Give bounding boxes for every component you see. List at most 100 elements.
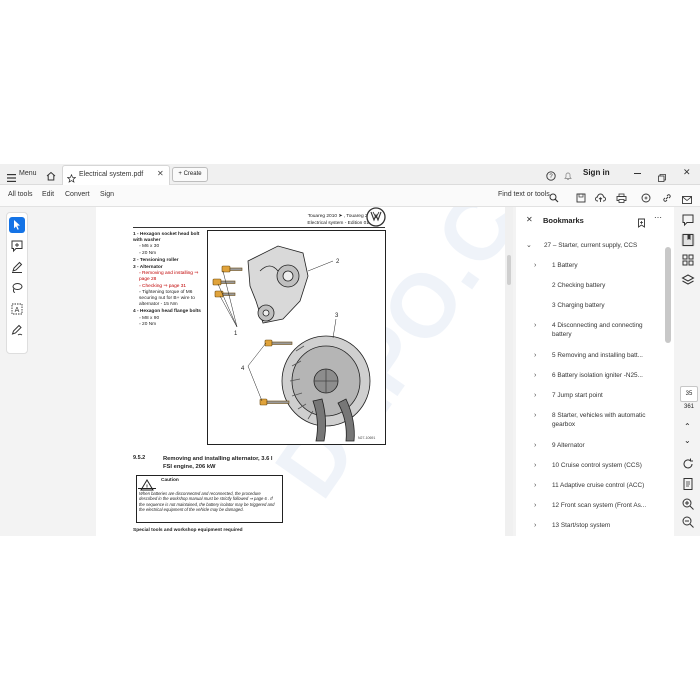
legend-title-1: 1 - Hexagon socket head bolt with washer — [133, 232, 200, 244]
chevron-right-icon[interactable]: › — [534, 441, 536, 450]
panel-title: Bookmarks — [543, 216, 584, 225]
chevron-right-icon[interactable]: › — [534, 391, 536, 400]
document-scroll-thumb[interactable] — [507, 255, 511, 285]
chevron-down-icon[interactable]: ⌄ — [684, 436, 691, 445]
fill-sign-icon[interactable] — [9, 322, 25, 338]
find-text-button[interactable]: Find text or tools — [498, 191, 550, 198]
save-icon[interactable] — [576, 190, 586, 208]
title-bar: Menu Electrical system.pdf ✕ + Create ? … — [0, 164, 700, 185]
document-tab[interactable]: Electrical system.pdf ✕ — [62, 165, 170, 185]
alternator-figure: 1 2 4 3 N27-10691 — [207, 230, 386, 445]
more-options-icon[interactable]: ⋯ — [654, 213, 662, 222]
zoom-in-icon[interactable] — [681, 497, 695, 511]
bookmark-label[interactable]: 9 Alternator — [552, 441, 656, 450]
bell-icon[interactable] — [563, 168, 573, 186]
text-box-icon[interactable]: A — [9, 301, 25, 317]
ai-assistant-icon[interactable] — [641, 190, 652, 208]
alternator-drawing — [281, 335, 371, 442]
bookmark-label[interactable]: 27 – Starter, current supply, CCS — [544, 241, 660, 250]
chevron-right-icon[interactable]: › — [534, 351, 536, 360]
figure-label-3: 3 — [335, 313, 339, 319]
chevron-right-icon[interactable]: › — [534, 501, 536, 510]
convert-menu[interactable]: Convert — [65, 191, 90, 198]
cloud-upload-icon[interactable] — [595, 190, 606, 208]
minimize-icon[interactable] — [634, 173, 641, 174]
bookmark-label[interactable]: 5 Removing and installing batt... — [552, 351, 656, 360]
rotate-icon[interactable] — [681, 457, 695, 471]
bookmark-label[interactable]: 3 Charging battery — [552, 301, 656, 310]
page-thumbnails-icon[interactable] — [681, 253, 695, 267]
sign-menu[interactable]: Sign — [100, 191, 114, 198]
section-title-line1: Removing and installing alternator, 3.6 … — [163, 456, 273, 462]
close-tab-icon[interactable]: ✕ — [157, 169, 164, 178]
chevron-up-icon[interactable]: ⌃ — [684, 422, 691, 431]
create-button[interactable]: + Create — [172, 167, 208, 182]
total-pages: 361 — [683, 404, 694, 410]
parts-legend: 1 - Hexagon socket head bolt with washer… — [133, 232, 207, 328]
bookmark-label[interactable]: 12 Front scan system (Front As... — [552, 501, 656, 510]
highlight-pen-icon[interactable] — [9, 259, 25, 275]
edit-menu[interactable]: Edit — [42, 191, 54, 198]
section-title-line2: FSI engine, 206 kW — [163, 464, 216, 470]
current-page-input[interactable]: 35 — [680, 386, 698, 402]
panel-scroll-thumb[interactable] — [665, 247, 671, 343]
figure-label-2: 2 — [336, 259, 340, 265]
figure-label-4: 4 — [241, 366, 245, 372]
all-tools-menu[interactable]: All tools — [8, 191, 33, 198]
extract-page-icon[interactable] — [681, 477, 695, 491]
bookmark-label[interactable]: 8 Starter, vehicles with automatic gearb… — [552, 411, 656, 429]
chevron-right-icon[interactable]: › — [534, 461, 536, 470]
special-tools-heading: Special tools and workshop equipment req… — [133, 528, 243, 533]
menu-label[interactable]: Menu — [19, 170, 37, 177]
comments-panel-icon[interactable] — [681, 213, 695, 227]
bookmark-label[interactable]: 7 Jump start point — [552, 391, 656, 400]
add-comment-icon[interactable] — [9, 238, 25, 254]
tensioner-drawing — [247, 245, 309, 324]
caution-title: Caution — [161, 478, 179, 483]
zoom-out-icon[interactable] — [681, 515, 695, 529]
document-page[interactable]: DEPO.COM Touareg 2010 ➤ , Touareg 2018 ➤… — [96, 207, 505, 536]
bookmark-label[interactable]: 13 Start/stop system — [552, 521, 656, 530]
vw-logo — [366, 207, 386, 232]
page-header: Touareg 2010 ➤ , Touareg 2018 ➤ Electric… — [261, 213, 381, 227]
chevron-right-icon[interactable]: › — [534, 481, 536, 490]
removing-installing-link[interactable]: ▫ Removing and installing ⇒ page 28 — [133, 271, 207, 283]
add-bookmark-icon[interactable] — [637, 215, 646, 233]
select-tool-icon[interactable] — [9, 217, 25, 233]
bookmark-label[interactable]: 11 Adaptive cruise control (ACC) — [552, 481, 656, 490]
home-icon[interactable] — [46, 168, 56, 186]
bookmarks-panel: ✕ Bookmarks ⋯ ⌄ 27 – Starter, current su… — [516, 207, 674, 536]
link-icon[interactable] — [662, 190, 672, 208]
bookmark-label[interactable]: 2 Checking battery — [552, 281, 656, 290]
chevron-right-icon[interactable]: › — [534, 371, 536, 380]
figure-label-1: 1 — [234, 331, 238, 337]
close-window-icon[interactable]: ✕ — [683, 167, 691, 178]
bookmarks-panel-icon[interactable] — [681, 233, 695, 247]
chevron-right-icon[interactable]: › — [534, 521, 536, 530]
caution-divider — [138, 488, 156, 489]
bookmark-label[interactable]: 10 Cruise control system (CCS) — [552, 461, 656, 470]
pdf-viewer-window: Menu Electrical system.pdf ✕ + Create ? … — [0, 164, 700, 536]
header-edition: Electrical system - Edition 01.2019 — [307, 221, 381, 226]
caution-box: ! Caution When batteries are disconnecte… — [136, 475, 283, 523]
header-models: Touareg 2010 ➤ , Touareg 2018 ➤ — [307, 214, 381, 219]
chevron-right-icon[interactable]: › — [534, 411, 536, 420]
layers-icon[interactable] — [681, 273, 695, 287]
header-rule — [133, 227, 385, 228]
bookmark-label[interactable]: 1 Battery — [552, 261, 656, 270]
search-icon[interactable] — [549, 190, 559, 208]
tab-title: Electrical system.pdf — [79, 171, 144, 178]
right-sidebar: 35 361 ⌃ ⌄ — [677, 207, 700, 536]
bookmark-label[interactable]: 6 Battery isolation igniter -N25... — [552, 371, 656, 380]
document-scrollbar[interactable] — [505, 207, 513, 536]
chevron-right-icon[interactable]: › — [534, 321, 536, 330]
bookmark-label[interactable]: 4 Disconnecting and connecting battery — [552, 321, 656, 339]
close-panel-icon[interactable]: ✕ — [526, 215, 533, 224]
sign-in-link[interactable]: Sign in — [583, 168, 610, 177]
chevron-right-icon[interactable]: › — [534, 261, 536, 270]
print-icon[interactable] — [616, 190, 627, 208]
create-label: Create — [183, 171, 202, 177]
help-icon[interactable]: ? — [546, 168, 556, 186]
chevron-down-icon[interactable]: ⌄ — [526, 241, 532, 250]
draw-lasso-icon[interactable] — [9, 280, 25, 296]
